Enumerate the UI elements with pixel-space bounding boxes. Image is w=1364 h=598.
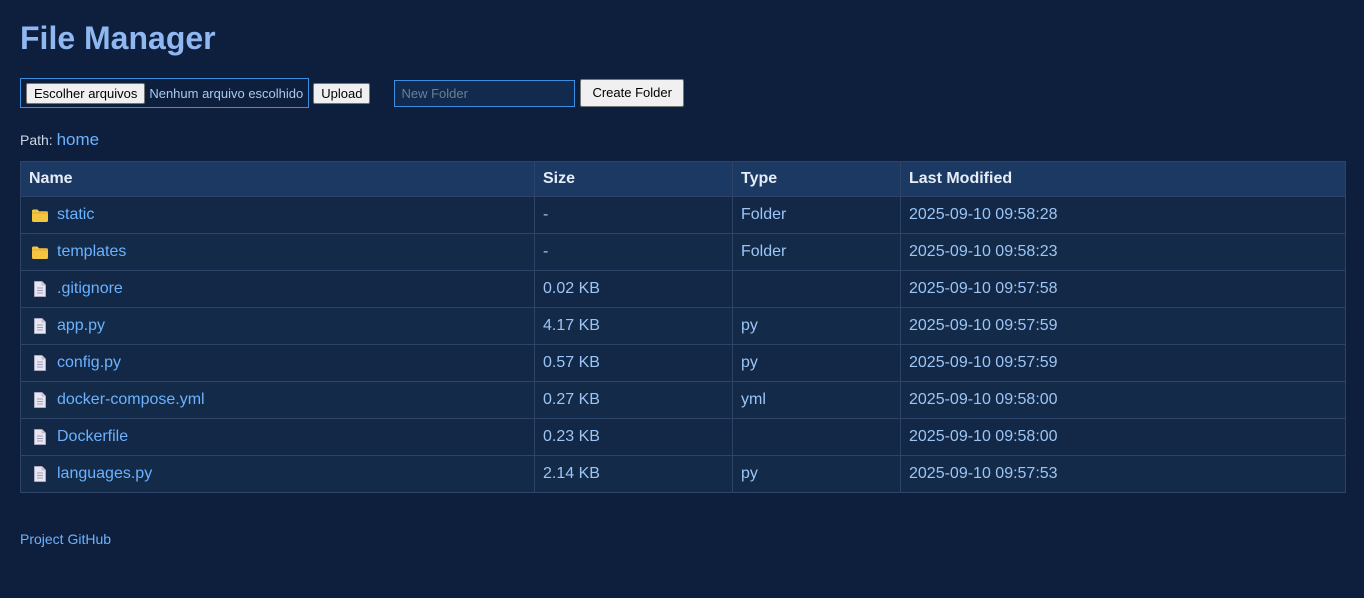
table-row[interactable]: Dockerfile 0.23 KB 2025-09-10 09:58:00 xyxy=(20,418,1346,456)
name-cell-content: .gitignore xyxy=(29,280,526,298)
table-row[interactable]: docker-compose.yml 0.27 KB yml 2025-09-10 0… xyxy=(20,381,1346,419)
column-header-name[interactable]: Name xyxy=(20,161,535,197)
name-cell-content: languages.py xyxy=(29,465,526,483)
table-row[interactable]: templates - Folder 2025-09-10 09:58:23 xyxy=(20,233,1346,271)
folder-icon xyxy=(31,244,49,260)
file-icon xyxy=(31,466,49,482)
table-row[interactable]: app.py 4.17 KB py 2025-09-10 09:57:59 xyxy=(20,307,1346,345)
cell-name: config.py xyxy=(20,344,535,382)
name-cell-content: app.py xyxy=(29,317,526,335)
file-icon xyxy=(31,392,49,408)
file-name-link[interactable]: config.py xyxy=(57,354,121,372)
cell-type: py xyxy=(732,344,901,382)
folder-icon xyxy=(31,207,49,223)
cell-size: - xyxy=(534,196,733,234)
cell-last-modified: 2025-09-10 09:58:00 xyxy=(900,381,1346,419)
cell-name: static xyxy=(20,196,535,234)
file-icon xyxy=(31,281,49,297)
cell-size: 0.23 KB xyxy=(534,418,733,456)
cell-last-modified: 2025-09-10 09:58:23 xyxy=(900,233,1346,271)
breadcrumb-home-link[interactable]: home xyxy=(57,130,100,149)
project-github-link[interactable]: Project GitHub xyxy=(20,531,111,547)
cell-last-modified: 2025-09-10 09:57:59 xyxy=(900,344,1346,382)
file-icon xyxy=(31,429,49,445)
cell-name: app.py xyxy=(20,307,535,345)
file-name-link[interactable]: static xyxy=(57,206,94,224)
name-cell-content: Dockerfile xyxy=(29,428,526,446)
cell-type xyxy=(732,418,901,456)
cell-name: languages.py xyxy=(20,455,535,493)
cell-last-modified: 2025-09-10 09:58:00 xyxy=(900,418,1346,456)
cell-name: templates xyxy=(20,233,535,271)
create-folder-button[interactable]: Create Folder xyxy=(580,79,684,107)
breadcrumb: Path: home xyxy=(20,130,99,150)
cell-type xyxy=(732,270,901,308)
table-row[interactable]: languages.py 2.14 KB py 2025-09-10 09:57:53 xyxy=(20,455,1346,493)
column-header-type[interactable]: Type xyxy=(732,161,901,197)
name-cell-content: config.py xyxy=(29,354,526,372)
file-icon xyxy=(31,355,49,371)
table-header-row: Name Size Type Last Modified xyxy=(20,161,1346,197)
new-folder-input[interactable] xyxy=(394,79,576,107)
file-status-text: Nenhum arquivo escolhido xyxy=(149,85,304,101)
cell-type: yml xyxy=(732,381,901,419)
table-row[interactable]: .gitignore 0.02 KB 2025-09-10 09:57:58 xyxy=(20,270,1346,308)
cell-name: Dockerfile xyxy=(20,418,535,456)
file-name-link[interactable]: app.py xyxy=(57,317,105,335)
file-name-link[interactable]: templates xyxy=(57,243,126,261)
cell-size: 2.14 KB xyxy=(534,455,733,493)
cell-last-modified: 2025-09-10 09:58:28 xyxy=(900,196,1346,234)
cell-type: Folder xyxy=(732,196,901,234)
table-row[interactable]: config.py 0.57 KB py 2025-09-10 09:57:59 xyxy=(20,344,1346,382)
upload-button[interactable]: Upload xyxy=(313,82,371,104)
choose-files-button[interactable]: Escolher arquivos xyxy=(26,82,146,104)
cell-type: py xyxy=(732,455,901,493)
path-label: Path: xyxy=(20,132,53,148)
toolbar: Escolher arquivos Nenhum arquivo escolhi… xyxy=(20,77,684,109)
cell-name: docker-compose.yml xyxy=(20,381,535,419)
cell-size: 0.57 KB xyxy=(534,344,733,382)
file-name-link[interactable]: languages.py xyxy=(57,465,152,483)
cell-last-modified: 2025-09-10 09:57:58 xyxy=(900,270,1346,308)
name-cell-content: static xyxy=(29,206,526,224)
name-cell-content: docker-compose.yml xyxy=(29,391,526,409)
cell-size: - xyxy=(534,233,733,271)
cell-last-modified: 2025-09-10 09:57:59 xyxy=(900,307,1346,345)
file-name-link[interactable]: .gitignore xyxy=(57,280,123,298)
file-table: Name Size Type Last Modified static - Fold… xyxy=(20,161,1346,493)
table-row[interactable]: static - Folder 2025-09-10 09:58:28 xyxy=(20,196,1346,234)
cell-size: 0.02 KB xyxy=(534,270,733,308)
file-table-body: static - Folder 2025-09-10 09:58:28 template… xyxy=(20,196,1346,493)
column-header-modified[interactable]: Last Modified xyxy=(900,161,1346,197)
cell-last-modified: 2025-09-10 09:57:53 xyxy=(900,455,1346,493)
cell-size: 0.27 KB xyxy=(534,381,733,419)
name-cell-content: templates xyxy=(29,243,526,261)
file-name-link[interactable]: docker-compose.yml xyxy=(57,391,205,409)
cell-type: Folder xyxy=(732,233,901,271)
file-icon xyxy=(31,318,49,334)
cell-name: .gitignore xyxy=(20,270,535,308)
file-picker[interactable]: Escolher arquivos Nenhum arquivo escolhi… xyxy=(20,78,310,108)
cell-size: 4.17 KB xyxy=(534,307,733,345)
file-name-link[interactable]: Dockerfile xyxy=(57,428,128,446)
cell-type: py xyxy=(732,307,901,345)
column-header-size[interactable]: Size xyxy=(534,161,733,197)
page-title: File Manager xyxy=(20,20,216,56)
